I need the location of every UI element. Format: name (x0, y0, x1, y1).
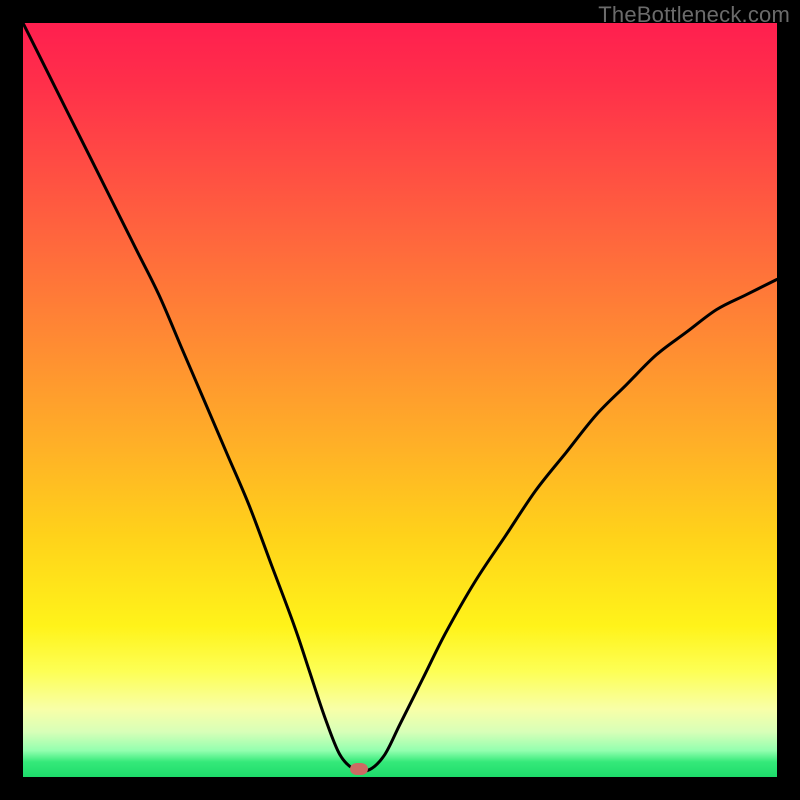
watermark-text: TheBottleneck.com (598, 2, 790, 28)
optimal-point-marker (350, 763, 368, 775)
outer-frame: TheBottleneck.com (0, 0, 800, 800)
bottleneck-curve (23, 23, 777, 777)
